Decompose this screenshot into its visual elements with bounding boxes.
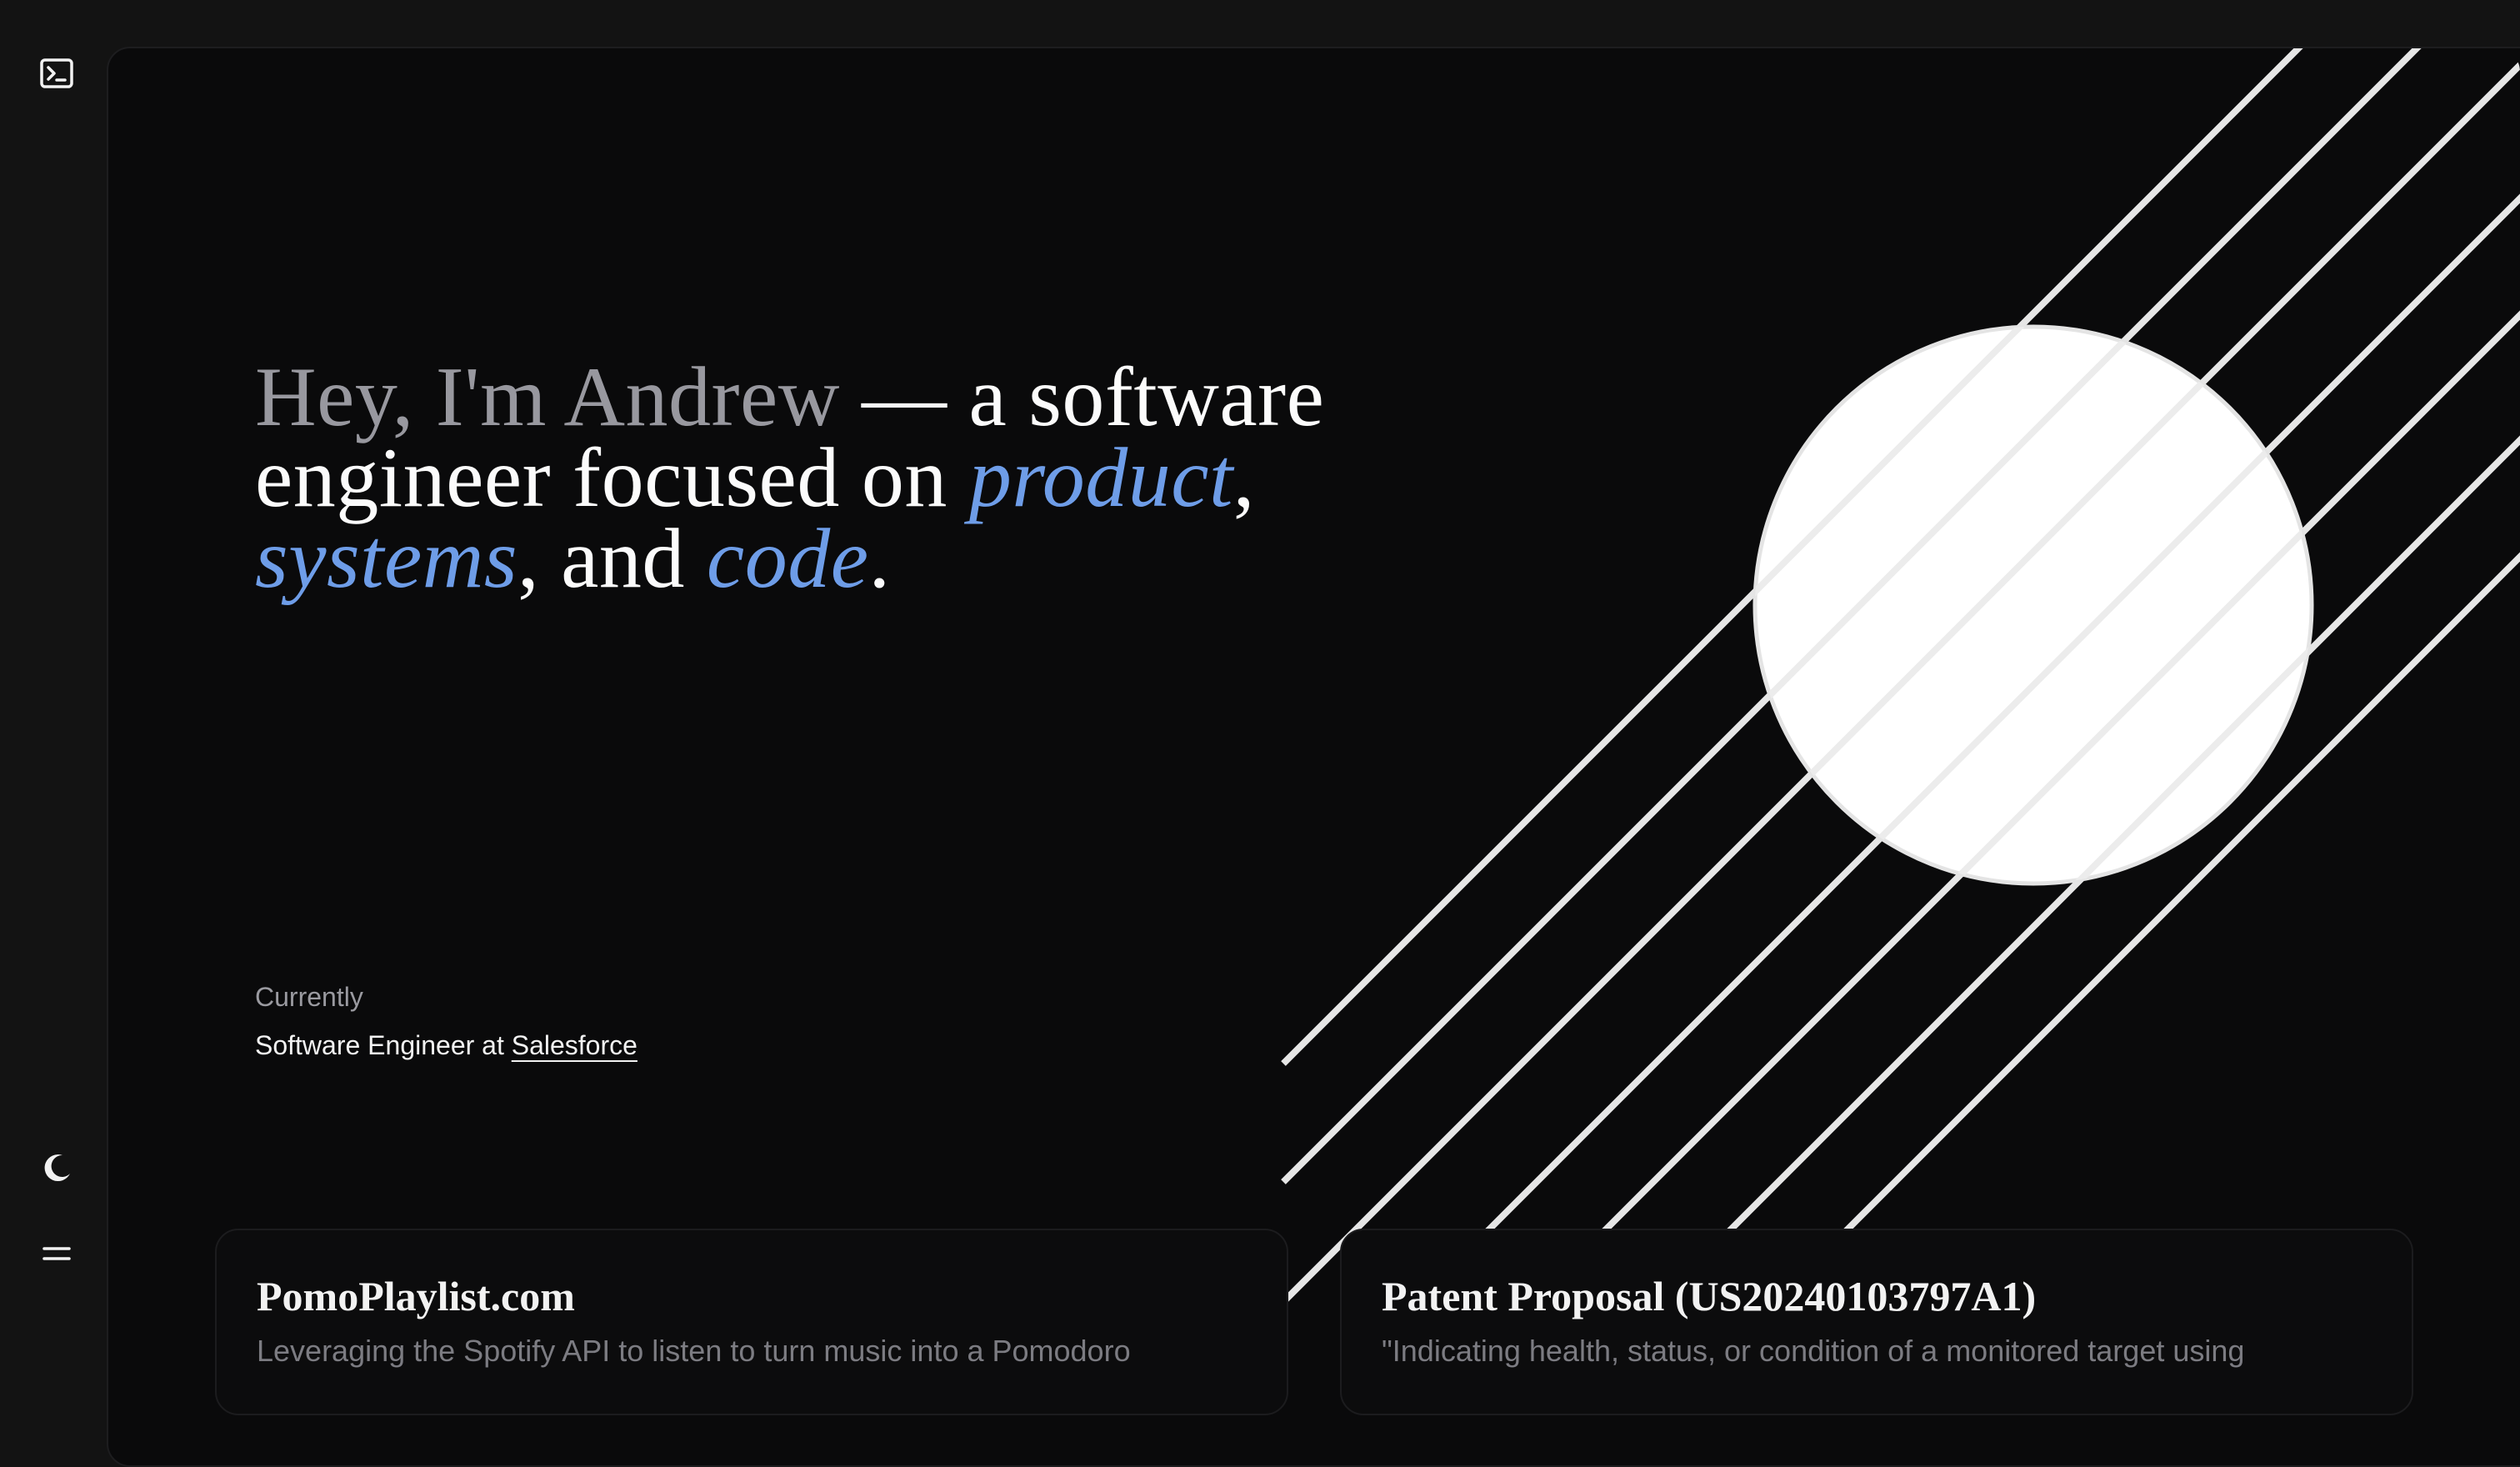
menu-button[interactable] xyxy=(35,1232,78,1275)
menu-icon xyxy=(42,1247,71,1260)
terminal-icon xyxy=(40,58,73,88)
project-description: Leveraging the Spotify API to listen to … xyxy=(257,1334,1131,1368)
hero-word-product: product xyxy=(968,431,1233,525)
current-role: Software Engineer at Salesforce xyxy=(255,1030,638,1061)
project-title: Patent Proposal (US20240103797A1) xyxy=(1382,1273,2037,1319)
currently-label: Currently xyxy=(255,982,363,1012)
project-description: "Indicating health, status, or condition… xyxy=(1382,1334,2245,1368)
project-title: PomoPlaylist.com xyxy=(257,1273,575,1319)
hero-comma: , xyxy=(1232,431,1255,525)
sidebar xyxy=(0,0,107,1365)
hero-word-code: code xyxy=(706,512,869,606)
company-link[interactable]: Salesforce xyxy=(512,1030,638,1060)
role-prefix: Software Engineer at xyxy=(255,1030,512,1060)
hero-word-systems: systems xyxy=(255,512,518,606)
theme-toggle-button[interactable] xyxy=(35,1147,78,1190)
terminal-button[interactable] xyxy=(35,52,78,95)
hero-and-text: , and xyxy=(518,512,707,606)
hero-headline: Hey, I'm Andrew — a software engineer fo… xyxy=(255,355,1472,602)
project-card[interactable]: Patent Proposal (US20240103797A1) "Indic… xyxy=(1340,1229,2413,1415)
hero-period: . xyxy=(868,512,891,606)
project-card[interactable]: PomoPlaylist.com Leveraging the Spotify … xyxy=(215,1229,1288,1415)
moon-icon xyxy=(44,1154,70,1182)
